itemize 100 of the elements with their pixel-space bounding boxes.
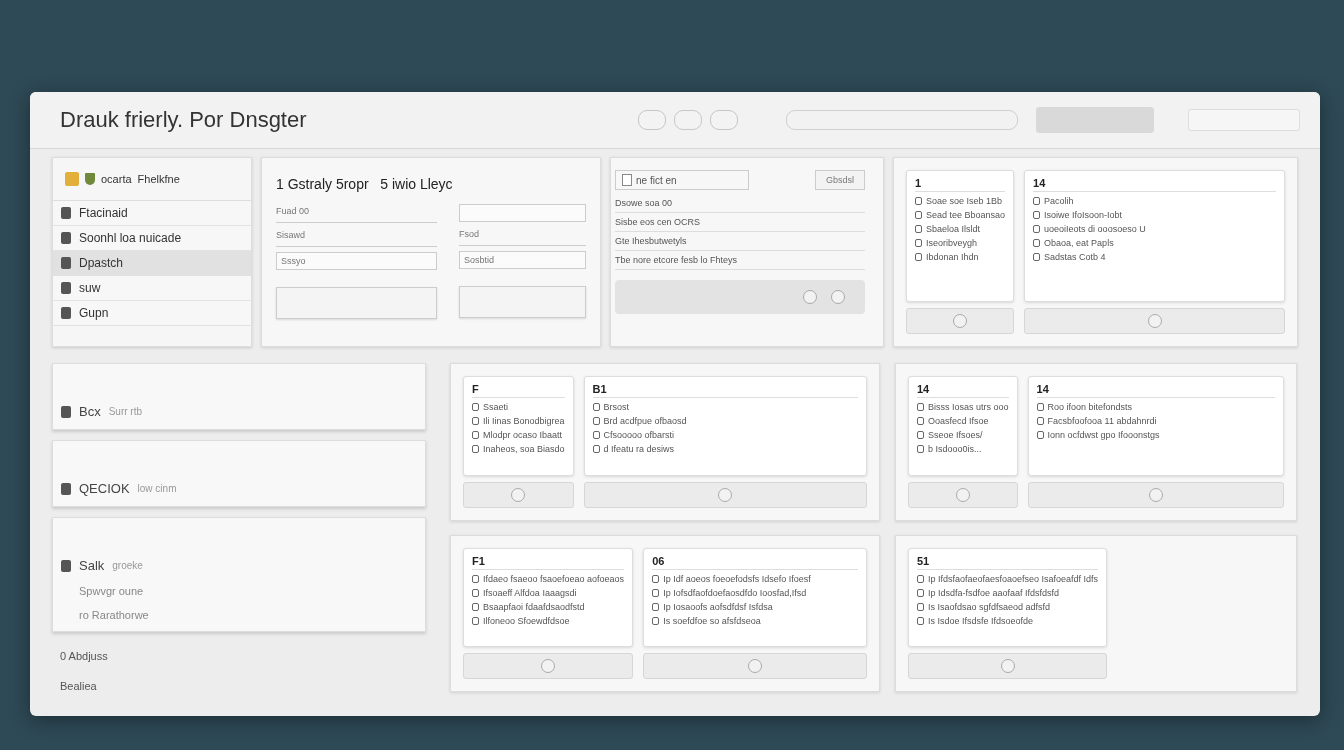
sidebar-heading: Fhelkfne <box>137 173 180 185</box>
tool-button[interactable] <box>710 110 738 130</box>
card-heading: F <box>472 383 565 398</box>
card-row: Mlodpr ocaso Ibaatt <box>483 430 563 440</box>
card-heading: 14 <box>1036 383 1275 398</box>
link[interactable]: 0 Abdjuss <box>52 642 426 662</box>
card-subtitle: groeke <box>112 560 143 571</box>
button[interactable]: Gbsdsl <box>815 170 865 190</box>
card-row: Sead tee Bboansao <box>926 210 1006 220</box>
item-label: Ftacinaid <box>79 206 128 220</box>
field-label: Fuad 00 <box>276 204 437 223</box>
card-row: Brd acdfpue ofbaosd <box>603 416 687 426</box>
tool-button[interactable] <box>638 110 666 130</box>
card-row: Is soefdfoe so afsfdseoa <box>663 615 761 626</box>
circle-button[interactable] <box>511 487 526 502</box>
window-title: Drauk frierly. Por Dnsgter <box>60 107 307 133</box>
card-row: Ip Iofsdfaofdoefaosdfdo Ioosfad,Ifsd <box>663 587 807 598</box>
list-row[interactable]: Gte Ihesbutwetyls <box>615 232 865 251</box>
card-row: Is Isdoe Ifsdsfe Ifdsoeofde <box>928 615 1034 626</box>
item-label: Dpastch <box>79 256 124 270</box>
square-icon <box>61 559 71 572</box>
card-row: Ili Iinas Bonodbigrea <box>483 416 565 426</box>
card-row: Isoiwe IfoIsoon-Iobt <box>1044 210 1123 220</box>
card-row: uoeoiIeots di ooosoeso U <box>1044 224 1146 234</box>
card-text: Spwvgr oune <box>78 585 145 597</box>
sidebar-item[interactable]: Ftacinaid <box>53 201 251 226</box>
card-row: Iseoribveygh <box>926 238 978 248</box>
sidebar-item[interactable]: Gupn <box>53 301 251 326</box>
square-icon <box>61 482 71 495</box>
card-row: Ip Idsdfa-fsdfoe aaofaaf Ifdsfdsfd <box>928 587 1060 598</box>
card-heading: 1 <box>915 177 1006 192</box>
card-row: Ilfoneoo Sfoewdfdsoe <box>483 615 570 626</box>
field-label: Fsod <box>459 227 586 246</box>
input-field[interactable]: Sssyo <box>276 252 437 270</box>
item-label: suw <box>79 281 101 295</box>
circle-button[interactable] <box>803 290 817 304</box>
card-row: Sadstas Cotb 4 <box>1044 252 1106 262</box>
card-row: Ooasfecd Ifsoe <box>928 416 989 426</box>
list-row[interactable]: Dsowe soa 00 <box>615 194 865 213</box>
card-row: Soae soe Iseb 1Bb <box>926 196 1003 206</box>
card-row: Obaoa, eat Papls <box>1044 238 1114 248</box>
square-icon <box>61 207 71 219</box>
card-title: Bcx <box>79 404 101 419</box>
card-row: Ip Ifdsfaofaeofaesfoaoefseo Isafoeafdf Idfs <box>928 573 1099 584</box>
panel-heading: 1 Gstraly 5ropr 5 iwio Lleyc <box>276 176 454 192</box>
card-row: Roo ifoon bitefondsts <box>1047 402 1133 412</box>
search-field[interactable] <box>1188 109 1300 131</box>
card-row: Ionn ocfdwst gpo Ifooonstgs <box>1047 430 1160 440</box>
link[interactable]: Bealiea <box>52 672 426 692</box>
card-row: Inaheos, soa Biasdo <box>483 444 565 454</box>
sidebar-heading: ocarta <box>101 173 132 185</box>
card-row: Ifsoaeff Alfdoa Iaaagsdi <box>483 587 577 598</box>
card-row: Ibdonan Ihdn <box>926 252 979 262</box>
card-row: Bisss Iosas utrs ooo <box>928 402 1009 412</box>
list-row[interactable]: Tbe nore etcore fesb lo Fhteys <box>615 251 865 270</box>
input-field[interactable] <box>459 204 586 222</box>
tool-button[interactable] <box>674 110 702 130</box>
circle-button[interactable] <box>1147 314 1162 328</box>
square-icon <box>61 282 71 294</box>
checkbox[interactable]: ne fict en <box>615 170 749 190</box>
button[interactable] <box>459 286 586 318</box>
sidebar-item[interactable]: Dpastch <box>53 251 251 276</box>
card-title: QECIOK <box>79 481 130 496</box>
card-row: Is Isaofdsao sgfdfsaeod adfsfd <box>928 601 1051 612</box>
circle-button[interactable] <box>1000 659 1015 673</box>
card-row: Ip Iosaoofs aofsdfdsf Isfdsa <box>663 601 773 612</box>
card-heading: 51 <box>917 554 1099 570</box>
sidebar-item[interactable]: Soonhl loa nuicade <box>53 226 251 251</box>
card-subtitle: Surr rtb <box>108 406 142 417</box>
circle-button[interactable] <box>955 487 970 502</box>
card-title: Salk <box>79 558 105 573</box>
toolbar-field[interactable] <box>786 110 1018 130</box>
card-heading: 14 <box>1033 177 1276 192</box>
card-heading: F1 <box>472 554 625 570</box>
card-row: Sbaeloa Ilsldt <box>926 224 981 234</box>
card-row: Sseoe Ifsoes/ <box>928 430 983 440</box>
field-label: Sisawd <box>276 228 437 247</box>
circle-button[interactable] <box>953 314 968 328</box>
sidebar-item[interactable]: suw <box>53 276 251 301</box>
input-field[interactable]: Sosbtid <box>459 251 586 269</box>
card-row: d Ifeatu ra desiws <box>603 444 675 454</box>
toolbar-button[interactable] <box>1036 107 1154 133</box>
card-row: Pacolih <box>1044 196 1074 206</box>
circle-button[interactable] <box>718 487 733 502</box>
card-row: Ifdaeo fsaeoo fsaoefoeao aofoeaos <box>483 573 625 584</box>
button[interactable] <box>276 287 437 319</box>
circle-button[interactable] <box>831 290 845 304</box>
card-subtitle: low cinm <box>137 483 177 494</box>
item-label: Soonhl loa nuicade <box>79 231 182 245</box>
circle-button[interactable] <box>748 659 763 673</box>
square-icon <box>61 405 71 418</box>
square-icon <box>61 257 71 269</box>
circle-button[interactable] <box>541 659 556 673</box>
circle-button[interactable] <box>1148 487 1163 502</box>
item-label: Gupn <box>79 306 109 320</box>
card-row: b Isdooo0is... <box>928 444 982 454</box>
card-heading: 14 <box>917 383 1009 398</box>
square-icon <box>61 307 71 319</box>
card-heading: 06 <box>652 554 858 570</box>
list-row[interactable]: Sisbe eos cen OCRS <box>615 213 865 232</box>
